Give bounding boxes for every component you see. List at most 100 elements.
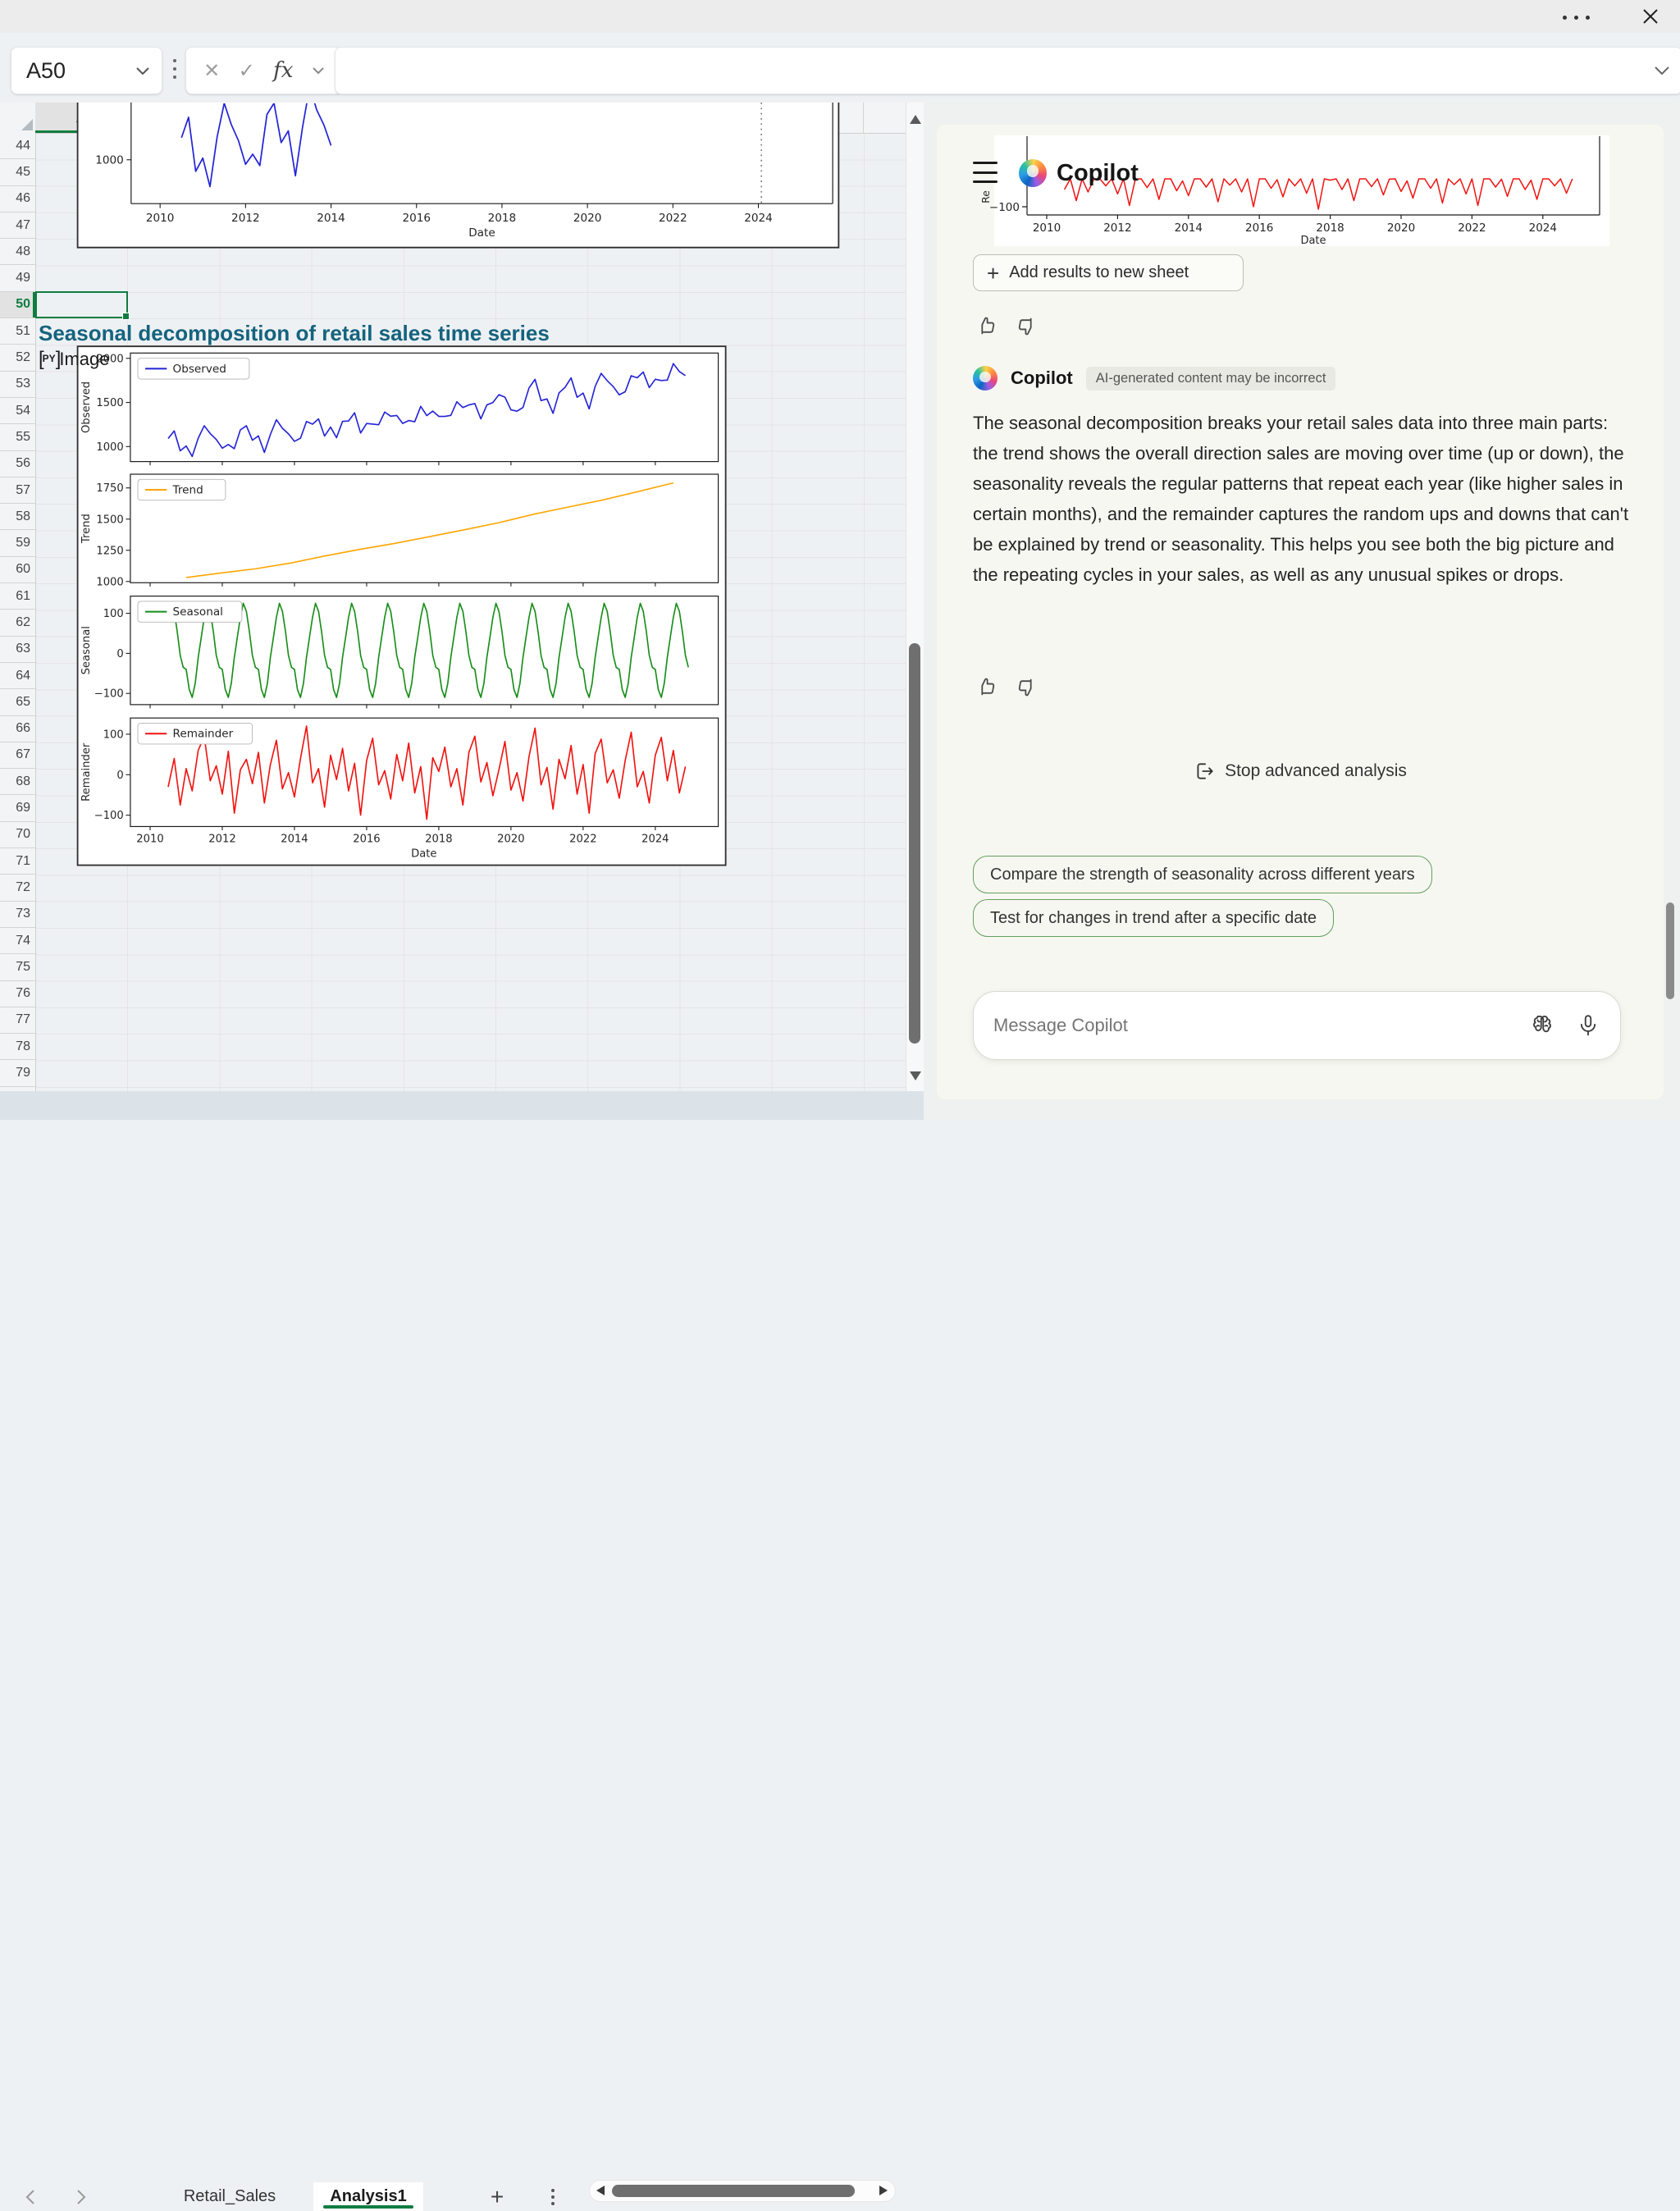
svg-text:2024: 2024 <box>1529 222 1557 235</box>
svg-text:2016: 2016 <box>1245 222 1273 235</box>
formula-bar-options-icon[interactable] <box>172 59 177 80</box>
svg-text:Re: Re <box>979 190 992 203</box>
python-badge: PY <box>43 353 56 364</box>
svg-text:2012: 2012 <box>208 833 235 845</box>
svg-text:1500: 1500 <box>96 514 123 526</box>
fill-handle[interactable] <box>122 313 130 320</box>
copilot-avatar-icon <box>973 366 998 391</box>
thumbs-up-icon[interactable] <box>976 676 998 698</box>
svg-text:0: 0 <box>116 648 123 660</box>
stop-exit-icon <box>1194 761 1215 782</box>
svg-text:Seasonal: Seasonal <box>80 626 93 674</box>
svg-text:1750: 1750 <box>96 482 123 495</box>
svg-text:2010: 2010 <box>136 833 163 845</box>
copilot-message-text: The seasonal decomposition breaks your r… <box>973 408 1629 590</box>
window-close-icon[interactable] <box>1634 5 1667 28</box>
svg-text:1000: 1000 <box>96 576 123 588</box>
scroll-left-icon[interactable] <box>596 2186 605 2195</box>
copilot-scrollbar-thumb[interactable] <box>1666 902 1674 999</box>
scroll-right-icon[interactable] <box>879 2186 888 2195</box>
confirm-entry-icon[interactable]: ✓ <box>239 59 255 83</box>
svg-text:100: 100 <box>103 608 124 620</box>
svg-text:2016: 2016 <box>402 212 431 225</box>
formula-input[interactable] <box>335 47 1680 94</box>
svg-text:2024: 2024 <box>641 833 669 845</box>
brain-reasoning-icon[interactable] <box>1530 1013 1554 1038</box>
svg-text:2022: 2022 <box>1458 222 1486 235</box>
svg-text:2014: 2014 <box>1175 222 1203 235</box>
svg-text:Trend: Trend <box>80 514 93 544</box>
insert-function-icon[interactable]: fx <box>273 58 293 83</box>
svg-text:2012: 2012 <box>231 212 260 225</box>
svg-text:Observed: Observed <box>173 363 226 376</box>
add-results-button[interactable]: + Add results to new sheet <box>973 254 1244 291</box>
scroll-down-icon[interactable] <box>910 1071 921 1080</box>
svg-text:100: 100 <box>103 729 124 741</box>
feedback-row <box>976 676 1037 698</box>
svg-text:2014: 2014 <box>281 833 308 845</box>
svg-text:1000: 1000 <box>96 441 123 454</box>
name-box[interactable]: A50 <box>11 47 162 94</box>
titlebar <box>0 0 1680 33</box>
svg-text:−100: −100 <box>94 810 124 822</box>
input-placeholder: Message Copilot <box>993 1015 1509 1036</box>
svg-text:Date: Date <box>411 848 436 861</box>
svg-text:2012: 2012 <box>1103 222 1131 235</box>
thumbs-up-icon[interactable] <box>976 315 998 337</box>
svg-text:Date: Date <box>1300 235 1326 247</box>
svg-text:2018: 2018 <box>488 212 517 225</box>
svg-text:Date: Date <box>468 226 495 240</box>
copilot-message-author: Copilot <box>1011 368 1073 389</box>
feedback-row <box>976 315 1037 337</box>
svg-text:2020: 2020 <box>1387 222 1415 235</box>
formula-controls: ✕ ✓ fx <box>185 47 343 94</box>
svg-text:Trend: Trend <box>172 484 203 497</box>
name-box-value: A50 <box>11 58 135 84</box>
tabs-prev-icon[interactable] <box>21 2187 41 2207</box>
sheet-tab-bar: Retail_Sales Analysis1 + <box>0 1091 924 1120</box>
copilot-panel: −100Re20102012201420162018202020222024Da… <box>937 125 1664 1099</box>
formula-bar-expand-icon[interactable] <box>1654 66 1670 75</box>
suggestion-chip[interactable]: Test for changes in trend after a specif… <box>973 899 1334 937</box>
fx-chevron-icon[interactable] <box>312 66 325 75</box>
plus-icon: + <box>987 263 999 284</box>
svg-text:Remainder: Remainder <box>173 728 234 741</box>
copilot-message-input[interactable]: Message Copilot <box>973 991 1621 1060</box>
stop-advanced-analysis-button[interactable]: Stop advanced analysis <box>937 761 1664 782</box>
thumbs-down-icon[interactable] <box>1015 315 1037 337</box>
svg-text:Observed: Observed <box>80 381 93 433</box>
copilot-message-header: Copilot AI-generated content may be inco… <box>973 364 1335 392</box>
svg-text:1250: 1250 <box>96 545 123 557</box>
svg-text:Remainder: Remainder <box>80 742 93 802</box>
thumbs-down-icon[interactable] <box>1015 676 1037 698</box>
scroll-up-icon[interactable] <box>910 115 921 124</box>
suggestion-chip[interactable]: Compare the strength of seasonality acro… <box>973 856 1432 893</box>
svg-text:2014: 2014 <box>317 212 345 225</box>
window-more-icon[interactable] <box>1563 11 1605 24</box>
copilot-panel-title: Copilot <box>1057 159 1139 187</box>
copilot-logo-icon <box>1019 159 1047 187</box>
microphone-icon[interactable] <box>1576 1013 1600 1038</box>
svg-text:2018: 2018 <box>1316 222 1344 235</box>
add-sheet-icon[interactable]: + <box>479 2182 515 2211</box>
selected-cell-outline[interactable] <box>35 291 128 318</box>
svg-text:−100: −100 <box>989 201 1020 214</box>
svg-text:0: 0 <box>116 770 123 782</box>
name-box-chevron-icon[interactable] <box>135 66 162 75</box>
svg-text:1000: 1000 <box>95 153 124 167</box>
cell-python-image-tag: [PY]Image <box>39 347 110 372</box>
embedded-chart-images[interactable]: 100020102012201420162018202020222024Date… <box>0 103 924 1091</box>
cancel-entry-icon[interactable]: ✕ <box>203 59 220 83</box>
svg-text:1500: 1500 <box>96 397 123 409</box>
svg-text:−100: −100 <box>94 688 124 701</box>
horizontal-scrollbar-thumb[interactable] <box>612 2185 855 2197</box>
copilot-menu-icon[interactable] <box>973 162 998 183</box>
sheet-list-icon[interactable] <box>543 2187 563 2207</box>
svg-text:2016: 2016 <box>353 833 380 845</box>
svg-text:Seasonal: Seasonal <box>173 605 223 619</box>
svg-text:2022: 2022 <box>659 212 687 225</box>
vertical-scrollbar-thumb[interactable] <box>909 643 920 1044</box>
tabs-next-icon[interactable] <box>71 2187 90 2207</box>
sheet-tab-retail-sales[interactable]: Retail_Sales <box>168 2182 291 2211</box>
sheet-tab-analysis1[interactable]: Analysis1 <box>313 2182 423 2211</box>
